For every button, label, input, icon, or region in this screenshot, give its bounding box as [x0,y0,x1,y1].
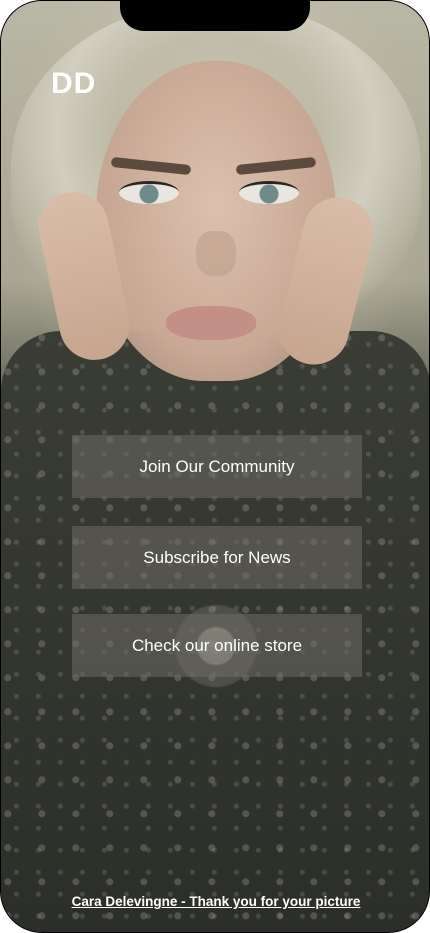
photo-nose [196,231,236,276]
join-community-button[interactable]: Join Our Community [72,435,362,498]
phone-frame: DD Join Our Community Subscribe for News… [0,0,430,933]
online-store-button[interactable]: Check our online store [72,614,362,677]
device-notch [120,1,310,31]
subscribe-news-button[interactable]: Subscribe for News [72,526,362,589]
brand-logo[interactable]: DD [51,67,96,101]
photo-left-eye [119,181,179,204]
photo-right-eye [239,181,299,204]
photo-lips [166,306,256,340]
photo-credit-link[interactable]: Cara Delevingne - Thank you for your pic… [1,894,429,909]
